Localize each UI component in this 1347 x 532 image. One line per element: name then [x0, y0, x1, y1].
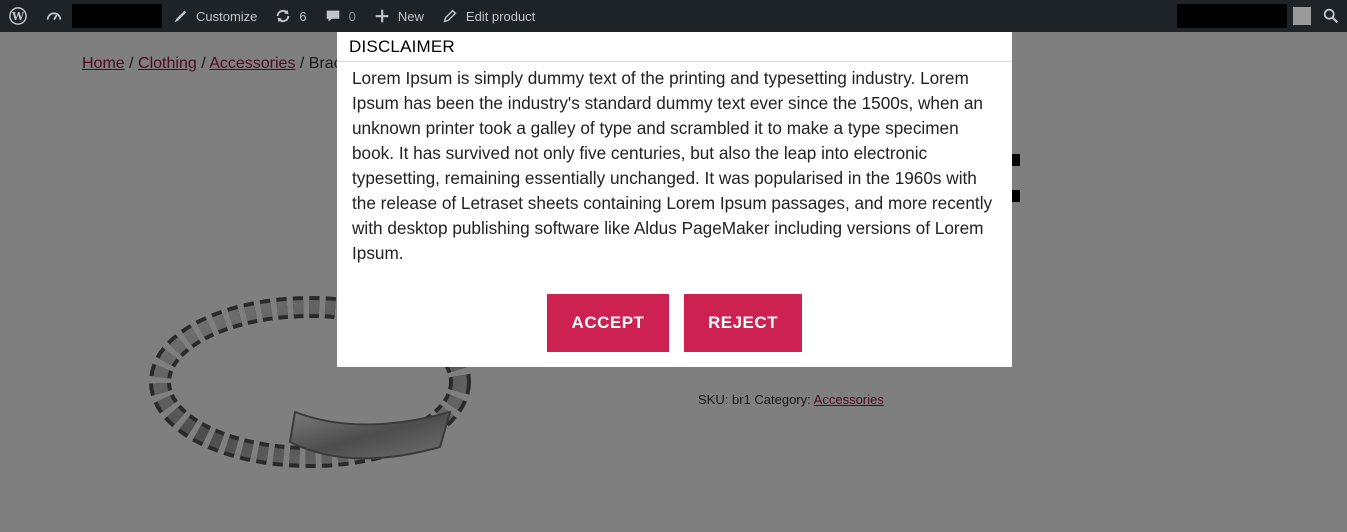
accept-button[interactable]: ACCEPT — [547, 294, 669, 352]
admin-bar-right — [1177, 0, 1347, 32]
redacted-account-name[interactable] — [1177, 4, 1287, 28]
reject-button[interactable]: REJECT — [684, 294, 802, 352]
disclaimer-modal: DISCLAIMER Lorem Ipsum is simply dummy t… — [337, 32, 1012, 367]
customize-label: Customize — [196, 8, 258, 24]
edit-product-label: Edit product — [465, 8, 536, 24]
dashboard-button[interactable] — [36, 0, 72, 32]
comments-count: 0 — [348, 8, 356, 24]
pencil-icon — [440, 6, 460, 26]
avatar[interactable] — [1293, 7, 1311, 25]
comment-icon — [323, 6, 343, 26]
updates-icon — [273, 6, 293, 26]
updates-count: 6 — [299, 8, 307, 24]
dashboard-icon — [44, 6, 64, 26]
disclaimer-text: Lorem Ipsum is simply dummy text of the … — [352, 68, 993, 263]
svg-text:W: W — [11, 10, 25, 23]
plus-icon — [372, 6, 392, 26]
new-content-button[interactable]: New — [364, 0, 432, 32]
new-label: New — [397, 8, 424, 24]
wordpress-icon: W — [8, 6, 28, 26]
updates-button[interactable]: 6 — [265, 0, 314, 32]
admin-bar: W Customize 6 0 New Edit product — [0, 0, 1347, 32]
modal-actions: ACCEPT REJECT — [337, 294, 1012, 352]
comments-button[interactable]: 0 — [315, 0, 364, 32]
redacted-site-name[interactable] — [72, 4, 162, 28]
edit-product-button[interactable]: Edit product — [432, 0, 543, 32]
modal-title: DISCLAIMER — [337, 32, 1012, 62]
customize-button[interactable]: Customize — [162, 0, 265, 32]
wordpress-logo-button[interactable]: W — [0, 0, 36, 32]
search-icon[interactable] — [1321, 6, 1341, 26]
paintbrush-icon — [170, 6, 190, 26]
